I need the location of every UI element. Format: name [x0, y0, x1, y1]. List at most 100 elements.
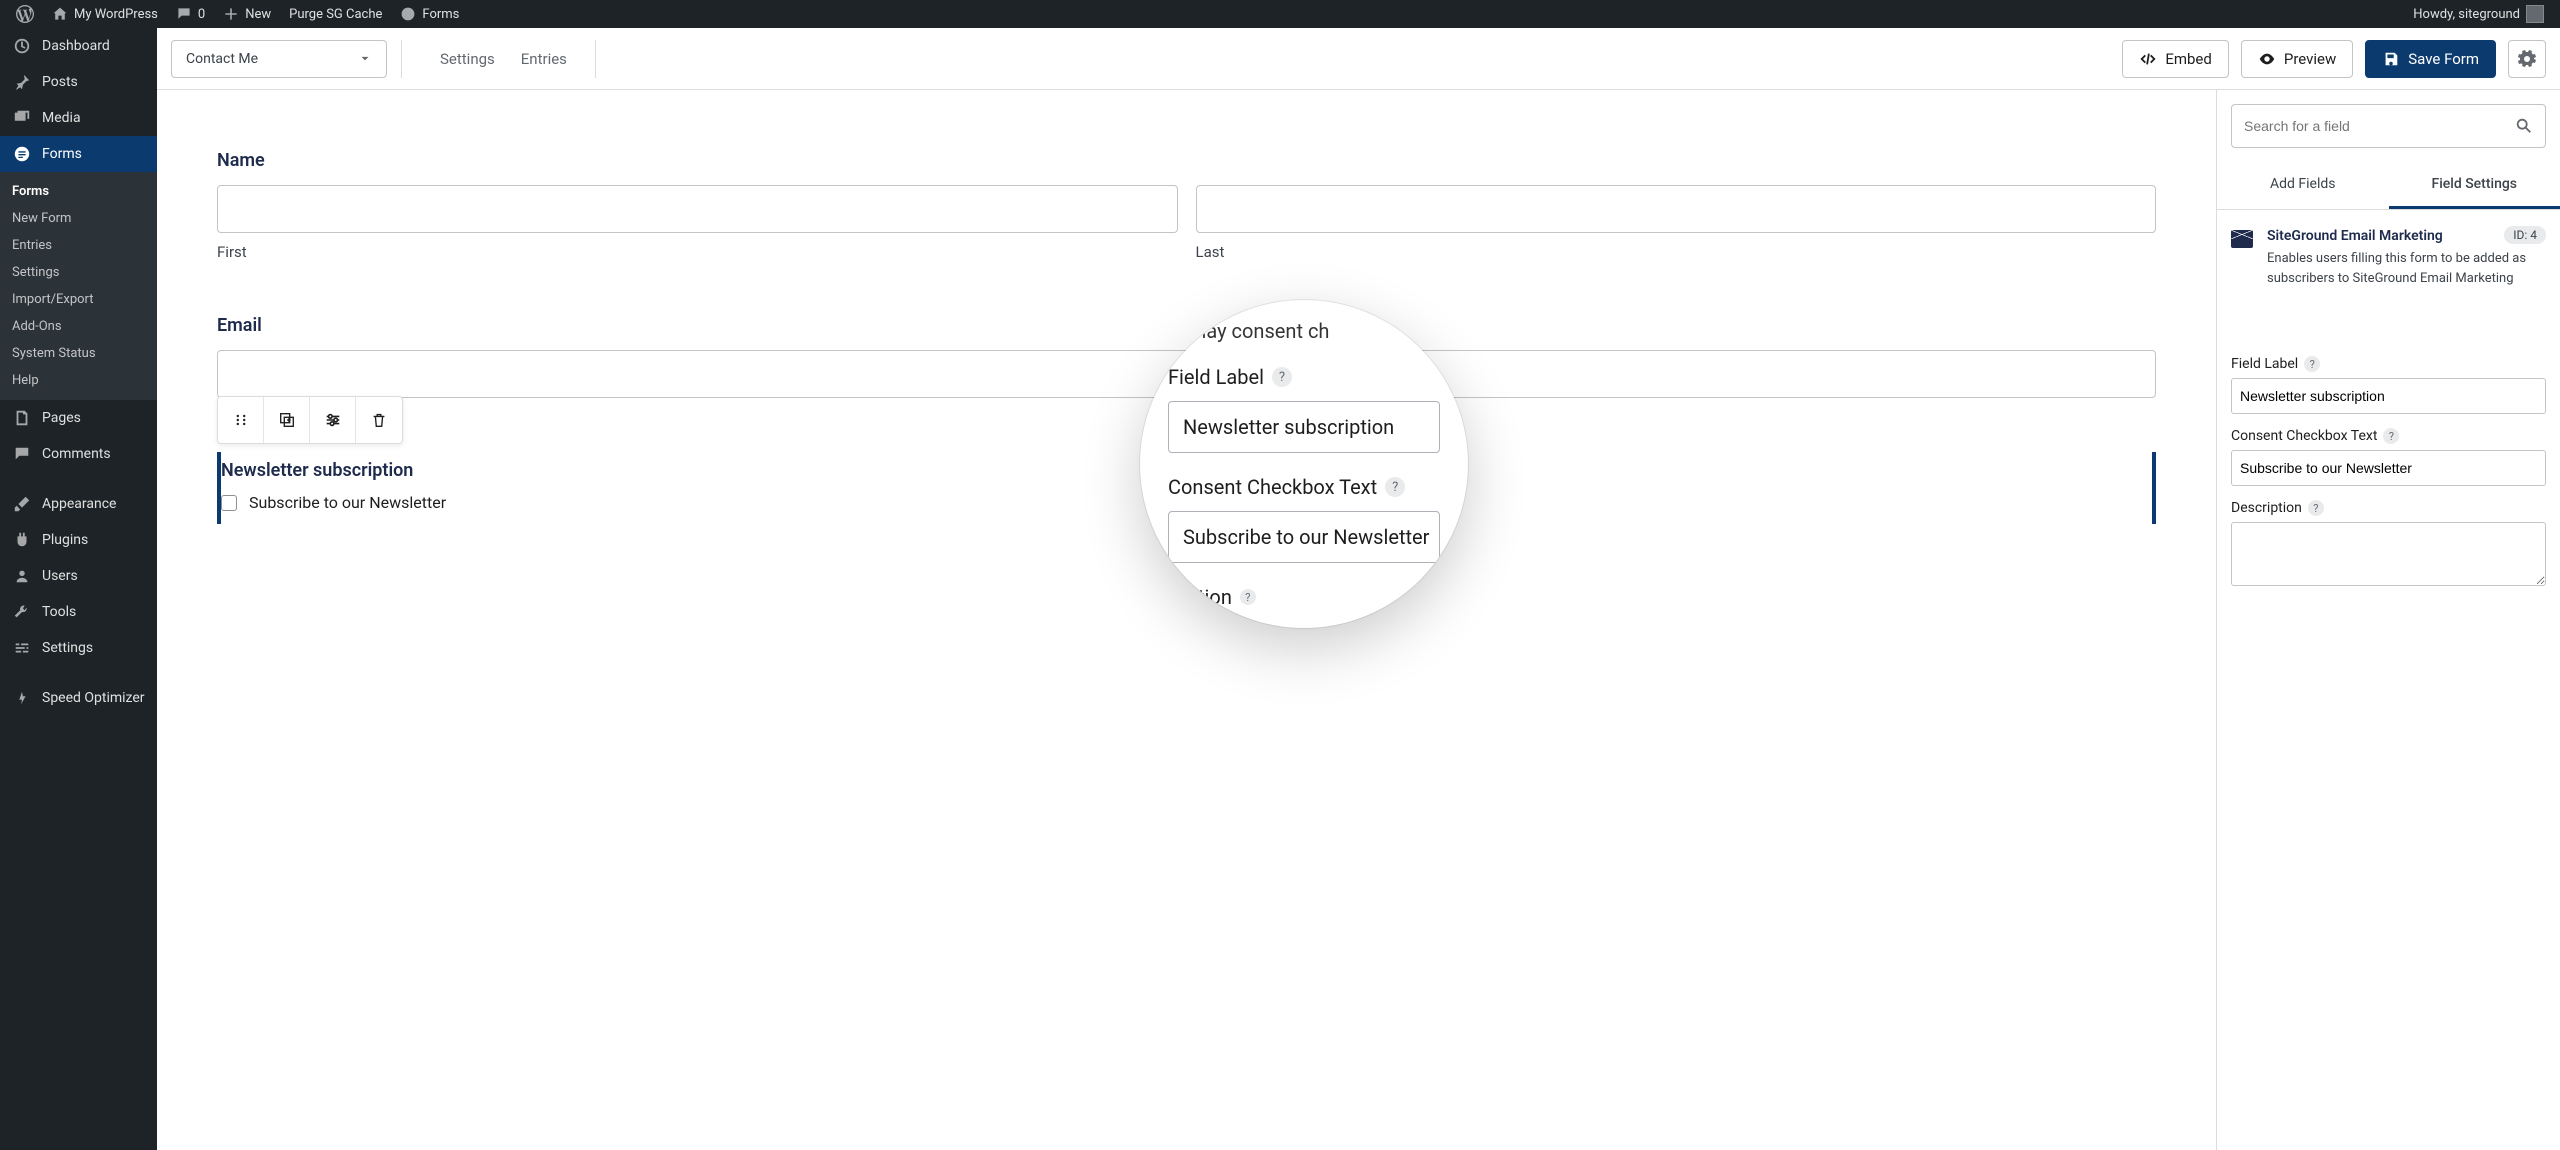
menu-comments[interactable]: Comments: [0, 436, 157, 472]
admin-bar: My WordPress 0 New Purge SG Cache Forms …: [0, 0, 2560, 28]
menu-users[interactable]: Users: [0, 558, 157, 594]
newsletter-checkbox[interactable]: [221, 495, 237, 511]
comment-icon: [176, 6, 192, 22]
tab-field-settings[interactable]: Field Settings: [2389, 162, 2560, 209]
brush-icon: [12, 494, 32, 514]
media-icon: [12, 108, 32, 128]
help-icon[interactable]: ?: [2308, 500, 2324, 516]
comments-icon: [12, 444, 32, 464]
menu-pages[interactable]: Pages: [0, 400, 157, 436]
tab-add-fields[interactable]: Add Fields: [2217, 162, 2389, 209]
help-icon: ?: [1272, 367, 1292, 387]
help-icon: ?: [1240, 589, 1256, 605]
mag-field-label-input: Newsletter subscription: [1168, 401, 1440, 453]
field-id-badge: ID: 4: [2504, 226, 2546, 244]
preview-button[interactable]: Preview: [2241, 40, 2353, 78]
search-icon: [2515, 117, 2533, 135]
duplicate-button[interactable]: [264, 397, 310, 443]
drag-handle[interactable]: [218, 397, 264, 443]
help-icon[interactable]: ?: [2304, 356, 2320, 372]
submenu-status[interactable]: System Status: [0, 340, 157, 367]
mag-consent-input: Subscribe to our Newsletter: [1168, 511, 1440, 563]
menu-tools[interactable]: Tools: [0, 594, 157, 630]
site-link[interactable]: My WordPress: [44, 0, 166, 28]
new-label: New: [245, 7, 271, 22]
mag-fragment-top: Display consent ch: [1162, 319, 1440, 343]
right-panel: Add Fields Field Settings SiteGround Ema…: [2216, 90, 2560, 1150]
submenu-help[interactable]: Help: [0, 367, 157, 394]
sliders-icon: [12, 638, 32, 658]
menu-plugins[interactable]: Plugins: [0, 522, 157, 558]
new-link[interactable]: New: [215, 0, 279, 28]
howdy-text: Howdy, siteground: [2413, 7, 2520, 22]
user-icon: [12, 566, 32, 586]
mag-consent-label: Consent Checkbox Text ?: [1168, 475, 1440, 499]
mag-field-label: Field Label ?: [1168, 365, 1440, 389]
duplicate-icon: [278, 411, 296, 429]
comment-count: 0: [198, 7, 205, 22]
menu-posts[interactable]: Posts: [0, 64, 157, 100]
consent-text-input[interactable]: [2231, 450, 2546, 486]
user-menu[interactable]: Howdy, siteground: [2405, 0, 2552, 28]
gear-icon: [2517, 49, 2537, 69]
submenu-entries[interactable]: Entries: [0, 232, 157, 259]
trash-icon: [370, 411, 388, 429]
menu-appearance[interactable]: Appearance: [0, 486, 157, 522]
submenu-addons[interactable]: Add-Ons: [0, 313, 157, 340]
pages-icon: [12, 408, 32, 428]
drag-icon: [233, 412, 249, 428]
last-sublabel: Last: [1196, 243, 2157, 261]
newsletter-cb-label: Subscribe to our Newsletter: [249, 493, 446, 512]
menu-speed[interactable]: Speed Optimizer: [0, 680, 157, 716]
form-selector[interactable]: Contact Me: [171, 40, 387, 78]
submenu-import[interactable]: Import/Export: [0, 286, 157, 313]
forms-adminbar[interactable]: Forms: [392, 0, 467, 28]
field-info: SiteGround Email Marketing Enables users…: [2217, 210, 2560, 304]
submenu-new-form[interactable]: New Form: [0, 205, 157, 232]
pin-icon: [12, 72, 32, 92]
first-name-input[interactable]: [217, 185, 1178, 233]
form-settings-button[interactable]: [2508, 40, 2546, 78]
purge-cache[interactable]: Purge SG Cache: [281, 0, 390, 28]
submenu-settings[interactable]: Settings: [0, 259, 157, 286]
block-toolbar: [217, 396, 403, 444]
description-input[interactable]: [2231, 522, 2546, 586]
menu-forms[interactable]: Forms: [0, 136, 157, 172]
forms-menu-icon: [12, 144, 32, 164]
save-button[interactable]: Save Form: [2365, 40, 2496, 78]
plus-icon: [223, 6, 239, 22]
chevron-down-icon: [358, 52, 372, 66]
delete-button[interactable]: [356, 397, 402, 443]
dashboard-icon: [12, 36, 32, 56]
tab-entries[interactable]: Entries: [521, 50, 567, 68]
search-input[interactable]: [2244, 118, 2515, 134]
forms-submenu: Forms New Form Entries Settings Import/E…: [0, 172, 157, 400]
last-name-input[interactable]: [1196, 185, 2157, 233]
plug-icon: [12, 530, 32, 550]
embed-button[interactable]: Embed: [2122, 40, 2229, 78]
speed-icon: [12, 688, 32, 708]
submenu-forms[interactable]: Forms: [0, 178, 157, 205]
wordpress-icon: [16, 5, 34, 23]
menu-settings[interactable]: Settings: [0, 630, 157, 666]
comments-link[interactable]: 0: [168, 0, 213, 28]
tab-settings[interactable]: Settings: [440, 50, 495, 68]
wp-logo[interactable]: [8, 0, 42, 28]
menu-media[interactable]: Media: [0, 100, 157, 136]
field-label-input[interactable]: [2231, 378, 2546, 414]
mail-icon: [2231, 230, 2253, 248]
home-icon: [52, 6, 68, 22]
first-sublabel: First: [217, 243, 1178, 261]
name-field[interactable]: Name First Last: [217, 150, 2156, 261]
avatar: [2526, 5, 2544, 23]
field-info-desc: Enables users filling this form to be ad…: [2267, 249, 2546, 288]
menu-dashboard[interactable]: Dashboard: [0, 28, 157, 64]
sliders-icon: [324, 411, 342, 429]
form-canvas: Name First Last Email: [157, 90, 2216, 1150]
help-icon[interactable]: ?: [2383, 428, 2399, 444]
code-icon: [2139, 50, 2157, 68]
save-icon: [2382, 50, 2400, 68]
field-settings-button[interactable]: [310, 397, 356, 443]
field-search[interactable]: [2231, 104, 2546, 148]
forms-icon: [400, 6, 416, 22]
